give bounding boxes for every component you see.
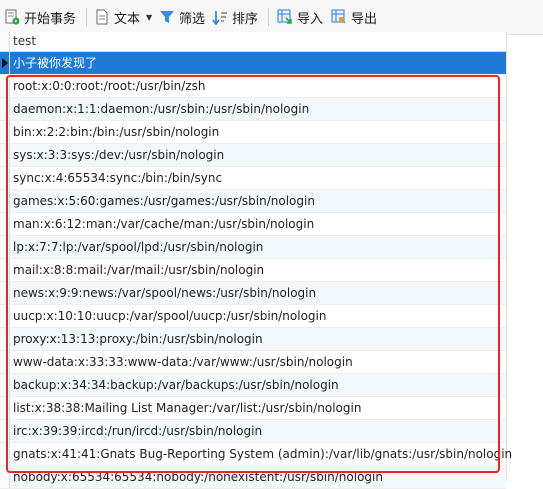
table-row[interactable]: daemon:x:1:1:daemon:/usr/sbin:/usr/sbin/… — [0, 98, 506, 121]
row-gutter — [0, 98, 10, 120]
column-header[interactable]: test — [0, 32, 506, 52]
current-row-arrow-icon — [2, 58, 8, 68]
table-cell[interactable]: gnats:x:41:41:Gnats Bug-Reporting System… — [13, 443, 512, 465]
begin-transaction-icon — [5, 9, 20, 25]
row-gutter — [0, 374, 10, 396]
row-gutter — [0, 282, 10, 304]
row-gutter — [0, 466, 10, 488]
text-label: 文本 — [114, 11, 141, 27]
import-label: 导入 — [297, 11, 324, 27]
table-row[interactable]: games:x:5:60:games:/usr/games:/usr/sbin/… — [0, 190, 506, 213]
table-row[interactable]: gnats:x:41:41:Gnats Bug-Reporting System… — [0, 443, 512, 466]
toolbar-separator — [268, 8, 269, 26]
table-row[interactable]: lp:x:7:7:lp:/var/spool/lpd:/usr/sbin/nol… — [0, 236, 506, 259]
export-label: 导出 — [351, 11, 378, 27]
row-gutter — [0, 121, 10, 143]
row-gutter — [0, 144, 10, 166]
table-cell[interactable]: games:x:5:60:games:/usr/games:/usr/sbin/… — [13, 190, 315, 212]
table-row[interactable]: 小子被你发现了 — [0, 52, 506, 75]
row-gutter — [0, 351, 10, 373]
table-row[interactable]: uucp:x:10:10:uucp:/var/spool/uucp:/usr/s… — [0, 305, 506, 328]
export-icon — [331, 9, 346, 24]
filter-button[interactable]: 筛选 — [159, 0, 205, 34]
row-gutter — [0, 305, 10, 327]
table-cell[interactable]: root:x:0:0:root:/root:/usr/bin/zsh — [13, 75, 205, 97]
chevron-down-icon: ▼ — [146, 12, 153, 22]
row-gutter — [0, 443, 10, 465]
import-button[interactable]: 导入 — [277, 0, 323, 34]
table-cell[interactable]: news:x:9:9:news:/var/spool/news:/usr/sbi… — [13, 282, 316, 304]
sort-icon — [212, 11, 227, 25]
grid-rows: 小子被你发现了 root:x:0:0:root:/root:/usr/bin/z… — [0, 52, 512, 489]
row-gutter — [0, 213, 10, 235]
document-icon — [96, 9, 108, 25]
table-row[interactable]: irc:x:39:39:ircd:/run/ircd:/usr/sbin/nol… — [0, 420, 506, 443]
table-cell[interactable]: sys:x:3:3:sys:/dev:/usr/sbin/nologin — [13, 144, 224, 166]
toolbar: 开始事务 文本 ▼ 筛选 排序 导入 导出 — [0, 0, 543, 35]
table-row[interactable]: list:x:38:38:Mailing List Manager:/var/l… — [0, 397, 506, 420]
table-row[interactable]: man:x:6:12:man:/var/cache/man:/usr/sbin/… — [0, 213, 506, 236]
table-row[interactable]: bin:x:2:2:bin:/bin:/usr/sbin/nologin — [0, 121, 506, 144]
table-row[interactable]: root:x:0:0:root:/root:/usr/bin/zsh — [0, 75, 506, 98]
row-gutter-header — [0, 32, 10, 51]
row-gutter — [0, 420, 10, 442]
table-cell[interactable]: uucp:x:10:10:uucp:/var/spool/uucp:/usr/s… — [13, 305, 327, 327]
row-gutter — [0, 75, 10, 97]
table-cell[interactable]: bin:x:2:2:bin:/bin:/usr/sbin/nologin — [13, 121, 219, 143]
data-grid: test 小子被你发现了 root:x:0:0:root:/root:/usr/… — [0, 32, 512, 489]
table-cell[interactable]: irc:x:39:39:ircd:/run/ircd:/usr/sbin/nol… — [13, 420, 262, 442]
table-row[interactable]: mail:x:8:8:mail:/var/mail:/usr/sbin/nolo… — [0, 259, 506, 282]
sort-button[interactable]: 排序 — [212, 0, 258, 34]
table-cell[interactable]: mail:x:8:8:mail:/var/mail:/usr/sbin/nolo… — [13, 259, 264, 281]
row-gutter — [0, 52, 10, 74]
row-gutter — [0, 397, 10, 419]
filter-icon — [160, 11, 174, 23]
sort-label: 排序 — [232, 11, 259, 27]
table-cell[interactable]: man:x:6:12:man:/var/cache/man:/usr/sbin/… — [13, 213, 314, 235]
table-row[interactable]: news:x:9:9:news:/var/spool/news:/usr/sbi… — [0, 282, 506, 305]
table-cell[interactable]: www-data:x:33:33:www-data:/var/www:/usr/… — [13, 351, 353, 373]
row-gutter — [0, 190, 10, 212]
begin-transaction-label: 开始事务 — [24, 11, 77, 27]
row-gutter — [0, 328, 10, 350]
export-button[interactable]: 导出 — [331, 0, 377, 34]
table-cell[interactable]: lp:x:7:7:lp:/var/spool/lpd:/usr/sbin/nol… — [13, 236, 263, 258]
row-gutter — [0, 167, 10, 189]
row-gutter — [0, 236, 10, 258]
table-row[interactable]: backup:x:34:34:backup:/var/backups:/usr/… — [0, 374, 506, 397]
table-cell[interactable]: backup:x:34:34:backup:/var/backups:/usr/… — [13, 374, 339, 396]
begin-transaction-button[interactable]: 开始事务 — [4, 0, 76, 34]
table-cell[interactable]: sync:x:4:65534:sync:/bin:/bin/sync — [13, 167, 222, 189]
table-row[interactable]: sys:x:3:3:sys:/dev:/usr/sbin/nologin — [0, 144, 506, 167]
import-icon — [277, 9, 292, 24]
row-gutter — [0, 259, 10, 281]
table-cell[interactable]: list:x:38:38:Mailing List Manager:/var/l… — [13, 397, 361, 419]
filter-label: 筛选 — [179, 11, 206, 27]
table-cell[interactable]: daemon:x:1:1:daemon:/usr/sbin:/usr/sbin/… — [13, 98, 309, 120]
table-cell[interactable]: 小子被你发现了 — [13, 52, 97, 74]
table-row[interactable]: sync:x:4:65534:sync:/bin:/bin/sync — [0, 167, 506, 190]
table-row[interactable]: nobody:x:65534:65534:nobody:/nonexistent… — [0, 466, 506, 489]
column-header-label: test — [13, 34, 37, 48]
table-cell[interactable]: proxy:x:13:13:proxy:/bin:/usr/sbin/nolog… — [13, 328, 263, 350]
table-row[interactable]: proxy:x:13:13:proxy:/bin:/usr/sbin/nolog… — [0, 328, 506, 351]
text-button[interactable]: 文本 ▼ — [94, 0, 152, 34]
table-cell[interactable]: nobody:x:65534:65534:nobody:/nonexistent… — [13, 466, 383, 488]
toolbar-separator — [86, 8, 87, 26]
table-row[interactable]: www-data:x:33:33:www-data:/var/www:/usr/… — [0, 351, 506, 374]
